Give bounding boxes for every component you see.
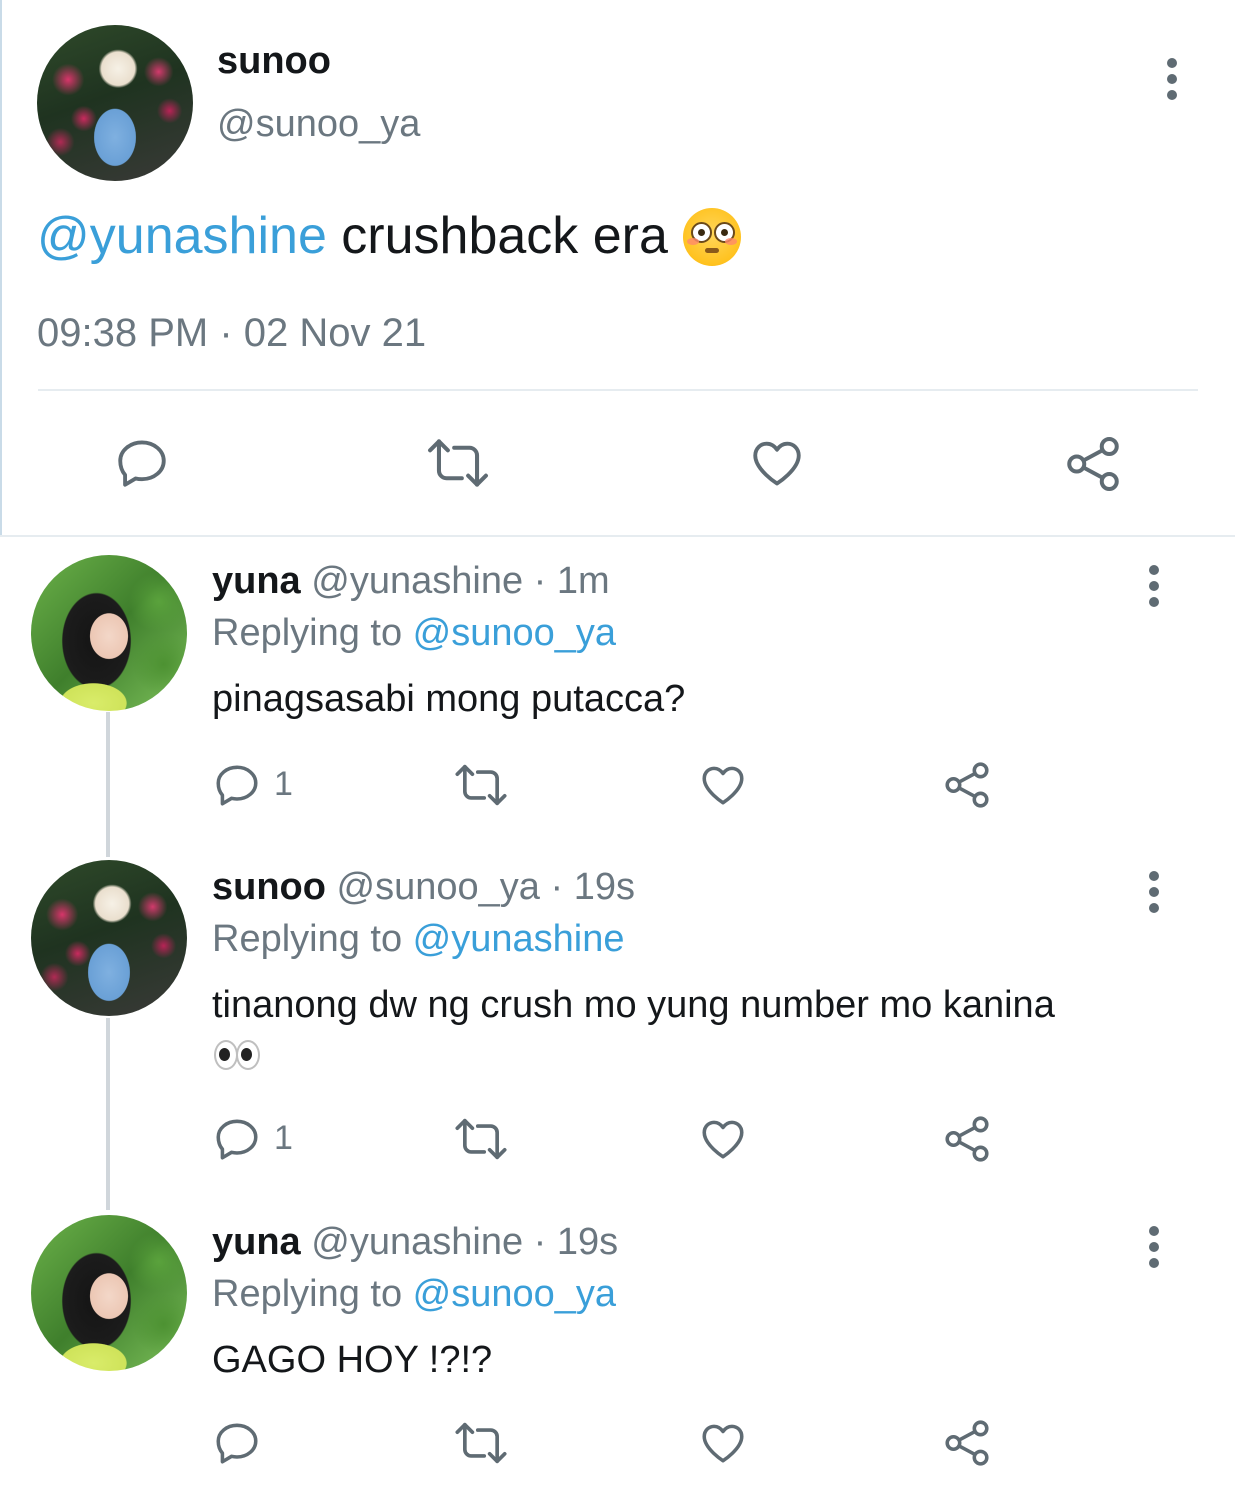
replying-label: Replying to — [212, 918, 413, 960]
reply-handle-time: @sunoo_ya · 19s — [325, 866, 635, 908]
yuna-avatar[interactable] — [31, 555, 187, 711]
reply-display-name[interactable]: yuna — [212, 1221, 301, 1263]
heart-icon[interactable] — [748, 434, 806, 492]
reply-text: GAGO HOY !?!? — [212, 1339, 493, 1381]
replying-label: Replying to — [212, 1273, 413, 1315]
retweet-icon[interactable] — [453, 1114, 509, 1164]
comment-icon[interactable] — [212, 1418, 262, 1468]
replying-label: Replying to — [212, 612, 413, 654]
more-vertical-icon[interactable] — [1149, 1226, 1159, 1274]
heart-icon[interactable] — [698, 1114, 748, 1164]
comment-icon[interactable] — [212, 760, 262, 810]
main-tweet-text: @yunashine crushback era — [37, 206, 668, 266]
replying-mention[interactable]: @sunoo_ya — [413, 1273, 616, 1315]
divider — [38, 389, 1198, 391]
reply-display-name[interactable]: sunoo — [212, 866, 326, 908]
share-icon[interactable] — [942, 760, 992, 810]
retweet-icon[interactable] — [425, 434, 491, 492]
eyes-icon — [214, 1040, 260, 1070]
comment-icon[interactable] — [113, 434, 171, 492]
reply-header: sunoo @sunoo_ya · 19s — [212, 866, 635, 909]
retweet-icon[interactable] — [453, 1418, 509, 1468]
reply-header: yuna @yunashine · 19s — [212, 1221, 618, 1264]
main-timestamp[interactable]: 09:38 PM · 02 Nov 21 — [37, 311, 426, 356]
reply-text: pinagsasabi mong putacca? — [212, 678, 686, 720]
comment-icon[interactable] — [212, 1114, 262, 1164]
mention-link[interactable]: @yunashine — [37, 207, 327, 265]
replying-mention[interactable]: @yunashine — [413, 918, 625, 960]
reply-count: 1 — [274, 1119, 293, 1157]
reply-handle-time: @yunashine · 1m — [300, 560, 610, 602]
heart-icon[interactable] — [698, 1418, 748, 1468]
replying-to: Replying to @sunoo_ya — [212, 612, 616, 655]
retweet-icon[interactable] — [453, 760, 509, 810]
yuna-avatar[interactable] — [31, 1215, 187, 1371]
more-vertical-icon[interactable] — [1167, 58, 1177, 106]
main-display-name[interactable]: sunoo — [217, 40, 331, 83]
more-vertical-icon[interactable] — [1149, 565, 1159, 613]
sunoo-avatar[interactable] — [37, 25, 193, 181]
reply-count: 1 — [274, 765, 293, 803]
main-handle[interactable]: @sunoo_ya — [217, 103, 420, 146]
share-icon[interactable] — [942, 1114, 992, 1164]
left-edge-border — [0, 0, 2, 536]
thread-line — [106, 712, 110, 857]
flushed-face-icon — [683, 208, 741, 266]
reply-header: yuna @yunashine · 1m — [212, 560, 610, 603]
reply-display-name[interactable]: yuna — [212, 560, 301, 602]
reply-text: tinanong dw ng crush mo yung number mo k… — [212, 984, 1055, 1026]
reply-handle-time: @yunashine · 19s — [300, 1221, 619, 1263]
section-divider — [0, 535, 1235, 537]
share-icon[interactable] — [1063, 434, 1123, 494]
tweet-body: crushback era — [326, 207, 668, 265]
heart-icon[interactable] — [698, 760, 748, 810]
more-vertical-icon[interactable] — [1149, 871, 1159, 919]
replying-to: Replying to @yunashine — [212, 918, 625, 961]
replying-to: Replying to @sunoo_ya — [212, 1273, 616, 1316]
sunoo-avatar[interactable] — [31, 860, 187, 1016]
share-icon[interactable] — [942, 1418, 992, 1468]
replying-mention[interactable]: @sunoo_ya — [413, 612, 616, 654]
thread-line — [106, 1018, 110, 1210]
